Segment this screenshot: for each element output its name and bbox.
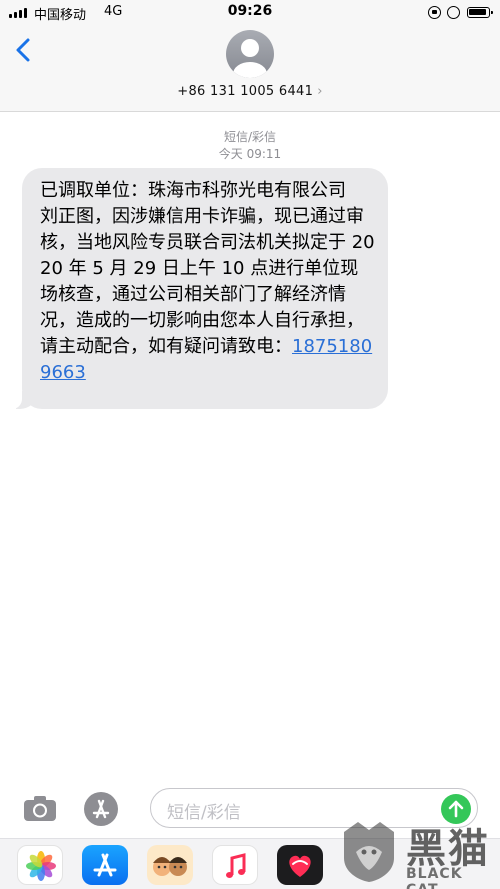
status-bar: 中国移动 4G 09:26	[0, 0, 500, 26]
photos-app-button[interactable]	[17, 845, 63, 885]
person-silhouette-icon	[233, 39, 267, 78]
app-store-button[interactable]	[84, 792, 118, 826]
music-note-icon	[226, 853, 246, 878]
digital-touch-app-button[interactable]	[277, 845, 323, 885]
app-store-icon	[93, 853, 117, 877]
camera-icon	[24, 796, 56, 821]
cat-shield-icon	[344, 822, 394, 882]
camera-button[interactable]	[20, 792, 60, 824]
photos-icon	[26, 851, 56, 881]
message-text: 已调取单位：珠海市科弥光电有限公司 刘正图，因涉嫌信用卡诈骗，现已通过审核，当地…	[40, 180, 375, 357]
alarm-icon	[447, 6, 460, 19]
watermark-text-en: BLACK CAT	[406, 866, 463, 889]
message-content: 已调取单位：珠海市科弥光电有限公司 刘正图，因涉嫌信用卡诈骗，现已通过审核，当地…	[40, 178, 376, 386]
status-time: 09:26	[227, 3, 273, 19]
battery-icon	[467, 7, 493, 18]
message-timestamp: 今天 09:11	[218, 147, 282, 161]
memoji-app-button[interactable]	[147, 845, 193, 885]
back-button[interactable]	[10, 32, 40, 66]
orientation-lock-icon	[428, 6, 441, 19]
chevron-right-icon: ›	[317, 84, 323, 99]
music-app-button[interactable]	[212, 845, 258, 885]
heart-icon	[289, 855, 311, 877]
message-input-placeholder: 短信/彩信	[167, 803, 241, 823]
contact-avatar[interactable]	[226, 30, 274, 78]
incoming-message-bubble[interactable]: 已调取单位：珠海市科弥光电有限公司 刘正图，因涉嫌信用卡诈骗，现已通过审核，当地…	[12, 168, 388, 409]
app-store-icon	[92, 799, 110, 819]
contact-number: +86 131 1005 6441	[177, 84, 314, 99]
memoji-icon	[153, 857, 187, 876]
contact-number-button[interactable]: +86 131 1005 6441 ›	[0, 84, 500, 99]
chevron-left-icon	[16, 38, 30, 62]
app-store-app-button[interactable]	[82, 845, 128, 885]
black-cat-logo	[336, 818, 402, 884]
message-type-label: 短信/彩信	[223, 130, 277, 144]
conversation-header: +86 131 1005 6441 ›	[0, 26, 500, 112]
